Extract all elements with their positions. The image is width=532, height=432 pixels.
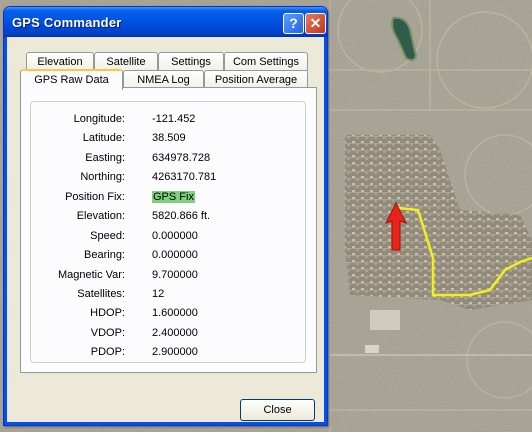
tab-label: Settings: [171, 56, 211, 68]
tab-settings[interactable]: Settings: [158, 52, 224, 71]
field-row-vdop: VDOP: 2.400000: [31, 327, 305, 343]
field-value: 634978.728: [152, 152, 211, 164]
tab-label: Com Settings: [232, 56, 300, 68]
help-icon: ?: [289, 15, 298, 31]
field-value: 1.600000: [152, 307, 198, 319]
building: [365, 345, 379, 353]
field-value: 2.400000: [152, 327, 198, 339]
field-label: Magnetic Var:: [57, 269, 125, 281]
raw-data-group: Longitude: -121.452 Latitude: 38.509 Easti…: [30, 101, 306, 363]
field-label: Elevation:: [76, 210, 125, 222]
field-row-pdop: PDOP: 2.900000: [31, 346, 305, 362]
field-label: Latitude:: [82, 132, 125, 144]
help-button[interactable]: ?: [283, 13, 304, 34]
field-row-speed: Speed: 0.000000: [31, 230, 305, 246]
field-value: 2.900000: [152, 346, 198, 358]
close-button-label: Close: [263, 404, 292, 416]
field-value: 4263170.781: [152, 171, 217, 183]
close-window-button[interactable]: ✕: [305, 13, 326, 34]
field-label: Easting:: [85, 152, 125, 164]
tab-label: Elevation: [37, 56, 83, 68]
field-row-hdop: HDOP: 1.600000: [31, 307, 305, 323]
field-row-longitude: Longitude: -121.452: [31, 113, 305, 129]
window-title: GPS Commander: [12, 15, 122, 30]
field-value: 5820.866 ft.: [152, 210, 211, 222]
field-label: Speed:: [90, 230, 125, 242]
close-icon: ✕: [309, 15, 322, 31]
field-value: 0.000000: [152, 249, 198, 261]
field-label: HDOP:: [90, 307, 125, 319]
field-row-magnetic-var: Magnetic Var: 9.700000: [31, 269, 305, 285]
gps-commander-window: GPS Commander ? ✕ Elevation Satellite Se…: [3, 6, 328, 426]
tab-label: GPS Raw Data: [34, 74, 109, 86]
tab-label: NMEA Log: [137, 74, 190, 86]
field-row-bearing: Bearing: 0.000000: [31, 249, 305, 265]
field-label: PDOP:: [90, 346, 125, 358]
field-row-northing: Northing: 4263170.781: [31, 171, 305, 187]
tab-label: Position Average: [214, 74, 298, 86]
position-fix-status: GPS Fix: [152, 191, 195, 203]
gps-raw-data-panel: Longitude: -121.452 Latitude: 38.509 Easti…: [20, 87, 317, 373]
title-bar[interactable]: GPS Commander ? ✕: [4, 7, 327, 37]
field-value: 9.700000: [152, 269, 198, 281]
field-label: Longitude:: [73, 113, 125, 125]
field-label: Position Fix:: [65, 191, 125, 203]
tab-com-settings[interactable]: Com Settings: [224, 52, 308, 71]
building: [370, 310, 400, 330]
field-label: Bearing:: [84, 249, 125, 261]
close-button[interactable]: Close: [240, 399, 315, 421]
field-label: Northing:: [80, 171, 125, 183]
field-label: Satellites:: [77, 288, 125, 300]
field-row-easting: Easting: 634978.728: [31, 152, 305, 168]
field-value: 12: [152, 288, 165, 300]
field-row-position-fix: Position Fix: GPS Fix: [31, 191, 305, 207]
field-value: 0.000000: [152, 230, 198, 242]
field-row-elevation: Elevation: 5820.866 ft.: [31, 210, 305, 226]
field-row-satellites: Satellites: 12: [31, 288, 305, 304]
tab-label: Satellite: [106, 56, 146, 68]
field-label: VDOP:: [90, 327, 125, 339]
tab-gps-raw-data[interactable]: GPS Raw Data: [20, 69, 123, 90]
field-row-latitude: Latitude: 38.509: [31, 132, 305, 148]
field-value: -121.452: [152, 113, 196, 125]
field-value: 38.509: [152, 132, 186, 144]
